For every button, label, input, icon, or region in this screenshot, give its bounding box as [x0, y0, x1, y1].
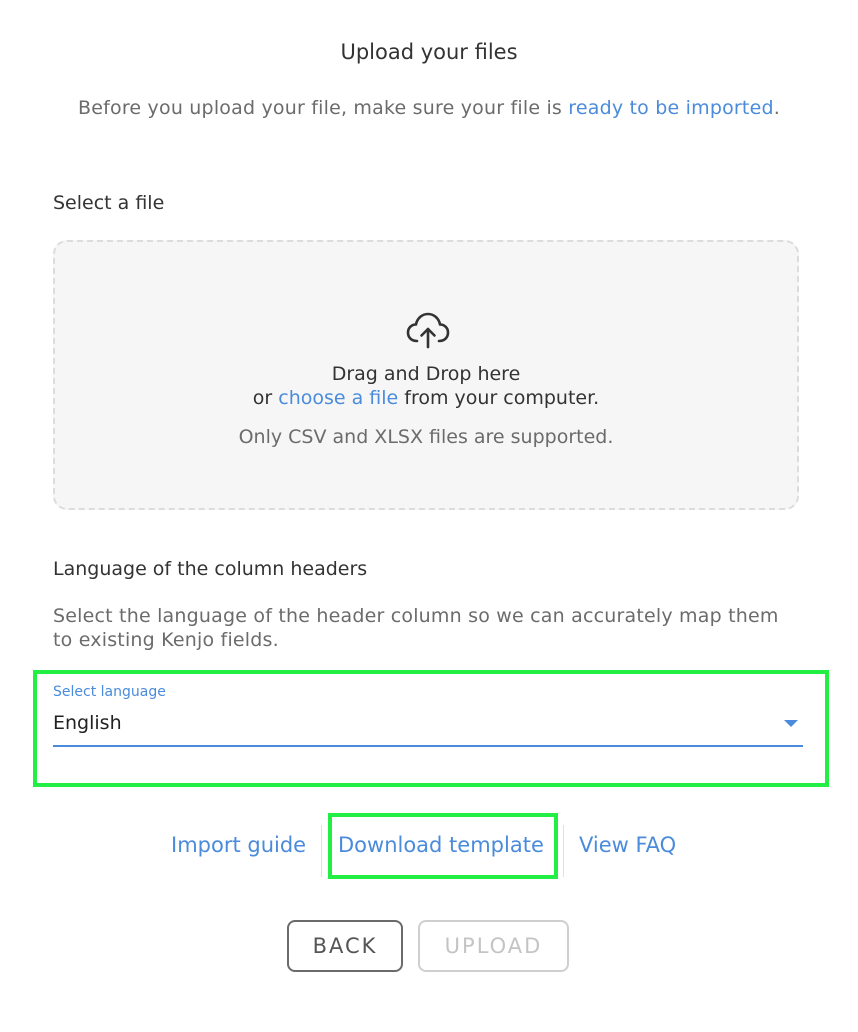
link-separator: [563, 825, 564, 877]
language-select-highlight: Select language English: [33, 670, 829, 787]
link-separator: [321, 825, 322, 877]
language-select[interactable]: English: [53, 712, 122, 734]
select-file-label: Select a file: [53, 192, 165, 214]
select-language-label: Select language: [53, 684, 166, 700]
cloud-upload-icon: [406, 310, 450, 350]
choose-file-suffix: from your computer.: [398, 387, 600, 409]
choose-file-prefix: or: [252, 387, 279, 409]
intro-text-body: Before you upload your file, make sure y…: [78, 97, 569, 119]
supported-formats-note: Only CSV and XLSX files are supported.: [238, 426, 614, 448]
language-description: Select the language of the header column…: [53, 605, 779, 651]
intro-text-end: .: [773, 97, 780, 119]
language-section-label: Language of the column headers: [53, 558, 368, 580]
dropdown-arrow-icon[interactable]: [784, 720, 798, 727]
download-template-highlight: [328, 813, 558, 879]
drag-drop-text: Drag and Drop here: [331, 363, 521, 385]
choose-file-link[interactable]: choose a file: [278, 387, 398, 409]
choose-file-text: or choose a file from your computer.: [55, 387, 797, 409]
intro-text: Before you upload your file, make sure y…: [60, 96, 798, 121]
ready-to-import-link[interactable]: ready to be imported: [568, 97, 773, 119]
upload-button[interactable]: UPLOAD: [418, 920, 569, 972]
view-faq-link[interactable]: View FAQ: [579, 833, 676, 857]
select-underline: [53, 745, 803, 747]
back-button[interactable]: BACK: [287, 920, 403, 972]
page-title: Upload your files: [340, 40, 518, 64]
import-guide-link[interactable]: Import guide: [171, 833, 306, 857]
file-dropzone[interactable]: Drag and Drop here or choose a file from…: [53, 240, 799, 510]
